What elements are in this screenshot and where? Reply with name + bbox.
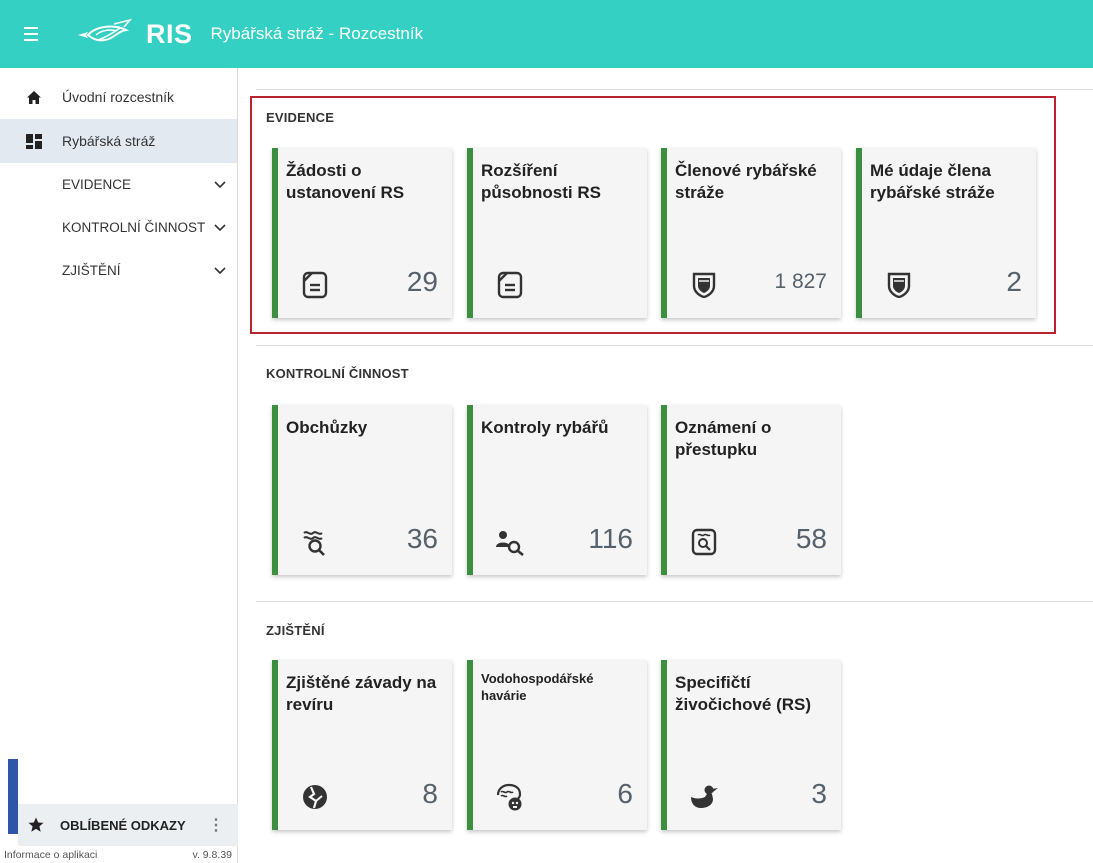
- tile-specificti-zivocichove[interactable]: Specifičtí živočichové (RS) 3: [661, 660, 841, 830]
- tile-kontroly-rybaru[interactable]: Kontroly rybářů 116: [467, 405, 647, 575]
- tile-title: Zjištěné závady na revíru: [286, 673, 437, 714]
- tile-zadosti-o-ustanoveni[interactable]: Žádosti o ustanovení RS 29: [272, 148, 452, 318]
- sidebar-item-label: Rybářská stráž: [62, 133, 156, 149]
- favorites-label: OBLÍBENÉ ODKAZY: [60, 817, 186, 833]
- sidebar-group-evidence[interactable]: EVIDENCE: [0, 163, 237, 206]
- tile-oznameni-o-prestupku[interactable]: Oznámení o přestupku 58: [661, 405, 841, 575]
- app-info-bar: Informace o aplikaci v. 9.8.39: [0, 846, 238, 863]
- tile-count: 8: [422, 778, 438, 809]
- sidebar-group-label: ZJIŠTĚNÍ: [62, 263, 121, 278]
- sidebar-group-zjisteni[interactable]: ZJIŠTĚNÍ: [0, 249, 237, 292]
- tile-title: Vodohospodářské havárie: [481, 671, 594, 703]
- sidebar: Úvodní rozcestník Rybářská stráž EVIDENC…: [0, 68, 238, 863]
- main-content: EVIDENCE Žádosti o ustanovení RS 29 Rozš…: [238, 68, 1093, 863]
- app-info-link[interactable]: Informace o aplikaci: [4, 849, 97, 861]
- tile-count: 116: [588, 523, 633, 554]
- app-version: v. 9.8.39: [192, 848, 233, 861]
- tile-obchuzky[interactable]: Obchůzky 36: [272, 405, 452, 575]
- tile-title: Kontroly rybářů: [481, 418, 609, 437]
- page-title: Rybářská stráž - Rozcestník: [210, 24, 424, 43]
- document-icon: [495, 270, 525, 300]
- tile-clenove-rybarske-straze[interactable]: Členové rybářské stráže 1 827: [661, 148, 841, 318]
- sidebar-item-label: Úvodní rozcestník: [62, 89, 175, 105]
- tile-zjistene-zavady[interactable]: Zjištěné závady na revíru 8: [272, 660, 452, 830]
- section-title-zjisteni: ZJIŠTĚNÍ: [266, 623, 325, 638]
- tile-rozsireni-pusobnosti[interactable]: Rozšíření působnosti RS: [467, 148, 647, 318]
- tile-count: 3: [811, 778, 827, 809]
- tile-count: 1 827: [774, 270, 827, 293]
- favorites-bar[interactable]: OBLÍBENÉ ODKAZY ⋮: [18, 804, 238, 846]
- chevron-down-icon: [213, 178, 227, 192]
- fish-logo-icon: [78, 18, 133, 42]
- sidebar-item-rybarska-straz[interactable]: Rybářská stráž: [0, 119, 237, 163]
- badge-shield-icon: [689, 270, 719, 300]
- sidebar-group-label: KONTROLNÍ ČINNOST: [62, 220, 206, 235]
- chevron-down-icon: [213, 221, 227, 235]
- section-title-evidence: EVIDENCE: [266, 110, 335, 125]
- more-vert-icon[interactable]: ⋮: [208, 815, 224, 835]
- report-search-icon: [689, 527, 719, 557]
- tile-title: Specifičtí živočichové (RS): [675, 673, 812, 714]
- home-icon: [24, 90, 44, 105]
- tile-title: Žádosti o ustanovení RS: [286, 161, 405, 202]
- tile-title: Oznámení o přestupku: [675, 418, 772, 459]
- section-divider: [256, 89, 1093, 90]
- chevron-down-icon: [213, 264, 227, 278]
- tile-count: 58: [795, 523, 827, 554]
- sidebar-item-home[interactable]: Úvodní rozcestník: [0, 75, 237, 119]
- top-app-bar: RIS Rybářská stráž - Rozcestník: [0, 0, 1093, 68]
- section-title-kontrolni-cinnost: KONTROLNÍ ČINNOST: [266, 366, 409, 381]
- tile-title: Mé údaje člena rybářské stráže: [870, 161, 995, 202]
- dashboard-icon: [24, 133, 44, 149]
- duck-icon: [689, 782, 719, 812]
- tile-count: 29: [406, 266, 438, 297]
- app-logo[interactable]: RIS: [74, 18, 193, 50]
- tile-me-udaje-clena[interactable]: Mé údaje člena rybářské stráže 2: [856, 148, 1036, 318]
- section-divider: [256, 601, 1093, 602]
- tile-vodohospodarske-havarie[interactable]: Vodohospodářské havárie 6: [467, 660, 647, 830]
- tile-title: Členové rybářské stráže: [675, 161, 817, 202]
- section-divider: [256, 345, 1093, 346]
- tile-count: 6: [617, 778, 633, 809]
- person-search-icon: [495, 527, 525, 557]
- star-icon: [28, 817, 44, 833]
- badge-shield-icon: [884, 270, 914, 300]
- broken-globe-icon: [300, 782, 330, 812]
- water-search-icon: [300, 527, 330, 557]
- hamburger-icon[interactable]: [24, 20, 52, 48]
- toxic-water-icon: [495, 782, 525, 812]
- tile-count: 2: [1006, 266, 1022, 297]
- tile-title: Obchůzky: [286, 418, 368, 437]
- document-icon: [300, 270, 330, 300]
- logo-text: RIS: [146, 18, 193, 49]
- tile-title: Rozšíření působnosti RS: [481, 161, 601, 202]
- sidebar-group-label: EVIDENCE: [62, 177, 132, 192]
- sidebar-group-kontrolni-cinnost[interactable]: KONTROLNÍ ČINNOST: [0, 206, 237, 249]
- tile-count: 36: [406, 523, 438, 554]
- favorites-accent: [8, 759, 18, 834]
